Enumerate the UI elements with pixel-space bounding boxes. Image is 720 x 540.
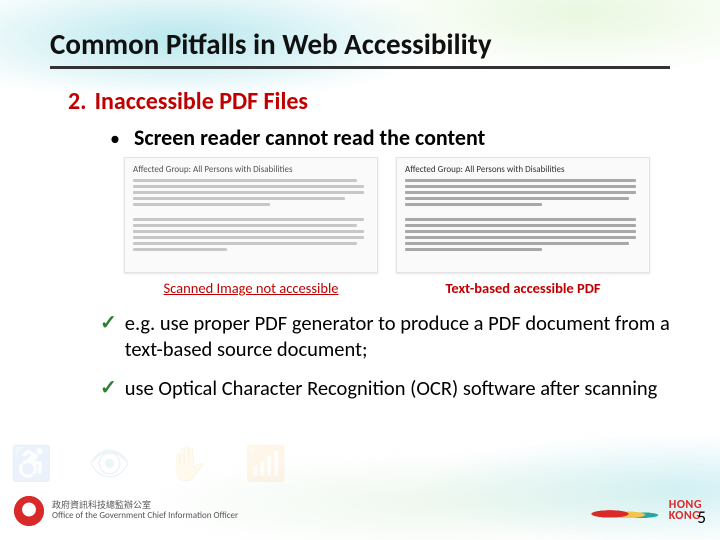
comparison-panes: Affected Group: All Persons with Disabil…	[124, 157, 670, 273]
section-heading: 2. Inaccessible PDF Files	[68, 87, 670, 116]
hk-swoosh-icon	[589, 504, 659, 522]
slide-body: Common Pitfalls in Web Accessibility 2. I…	[0, 0, 720, 540]
check-item: ✓ e.g. use proper PDF generator to produ…	[100, 311, 670, 362]
pane-header: Affected Group: All Persons with Disabil…	[133, 164, 369, 175]
page-number: 5	[697, 507, 706, 528]
gov-emblem: 政府資訊科技總監辦公室 Office of the Government Chi…	[14, 496, 238, 526]
comparison-captions: Scanned Image not accessible Text-based …	[124, 279, 670, 297]
bullet-dot-icon: •	[110, 129, 120, 149]
bullet-item: • Screen reader cannot read the content	[110, 124, 670, 151]
check-item: ✓ use Optical Character Recognition (OCR…	[100, 376, 670, 402]
section-number: 2.	[68, 87, 87, 116]
slide-footer: 政府資訊科技總監辦公室 Office of the Government Chi…	[0, 488, 720, 534]
hong-kong-logo: HONG KONG	[589, 500, 702, 523]
check-icon: ✓	[100, 311, 117, 335]
caption-scanned: Scanned Image not accessible	[124, 279, 378, 297]
check-text: use Optical Character Recognition (OCR) …	[125, 376, 658, 402]
pane-scanned-image: Affected Group: All Persons with Disabil…	[124, 157, 378, 273]
bullet-text: Screen reader cannot read the content	[134, 124, 485, 151]
caption-text-pdf: Text-based accessible PDF	[396, 279, 650, 297]
emblem-badge-icon	[14, 496, 44, 526]
section-text: Inaccessible PDF Files	[95, 87, 308, 116]
pane-header: Affected Group: All Persons with Disabil…	[405, 164, 641, 175]
slide-title: Common Pitfalls in Web Accessibility	[50, 26, 670, 62]
office-name-en: Office of the Government Chief Informati…	[52, 511, 238, 521]
title-underline	[50, 66, 670, 69]
check-icon: ✓	[100, 376, 117, 400]
pane-text-pdf: Affected Group: All Persons with Disabil…	[396, 157, 650, 273]
emblem-text: 政府資訊科技總監辦公室 Office of the Government Chi…	[52, 501, 238, 521]
check-text: e.g. use proper PDF generator to produce…	[125, 311, 670, 362]
